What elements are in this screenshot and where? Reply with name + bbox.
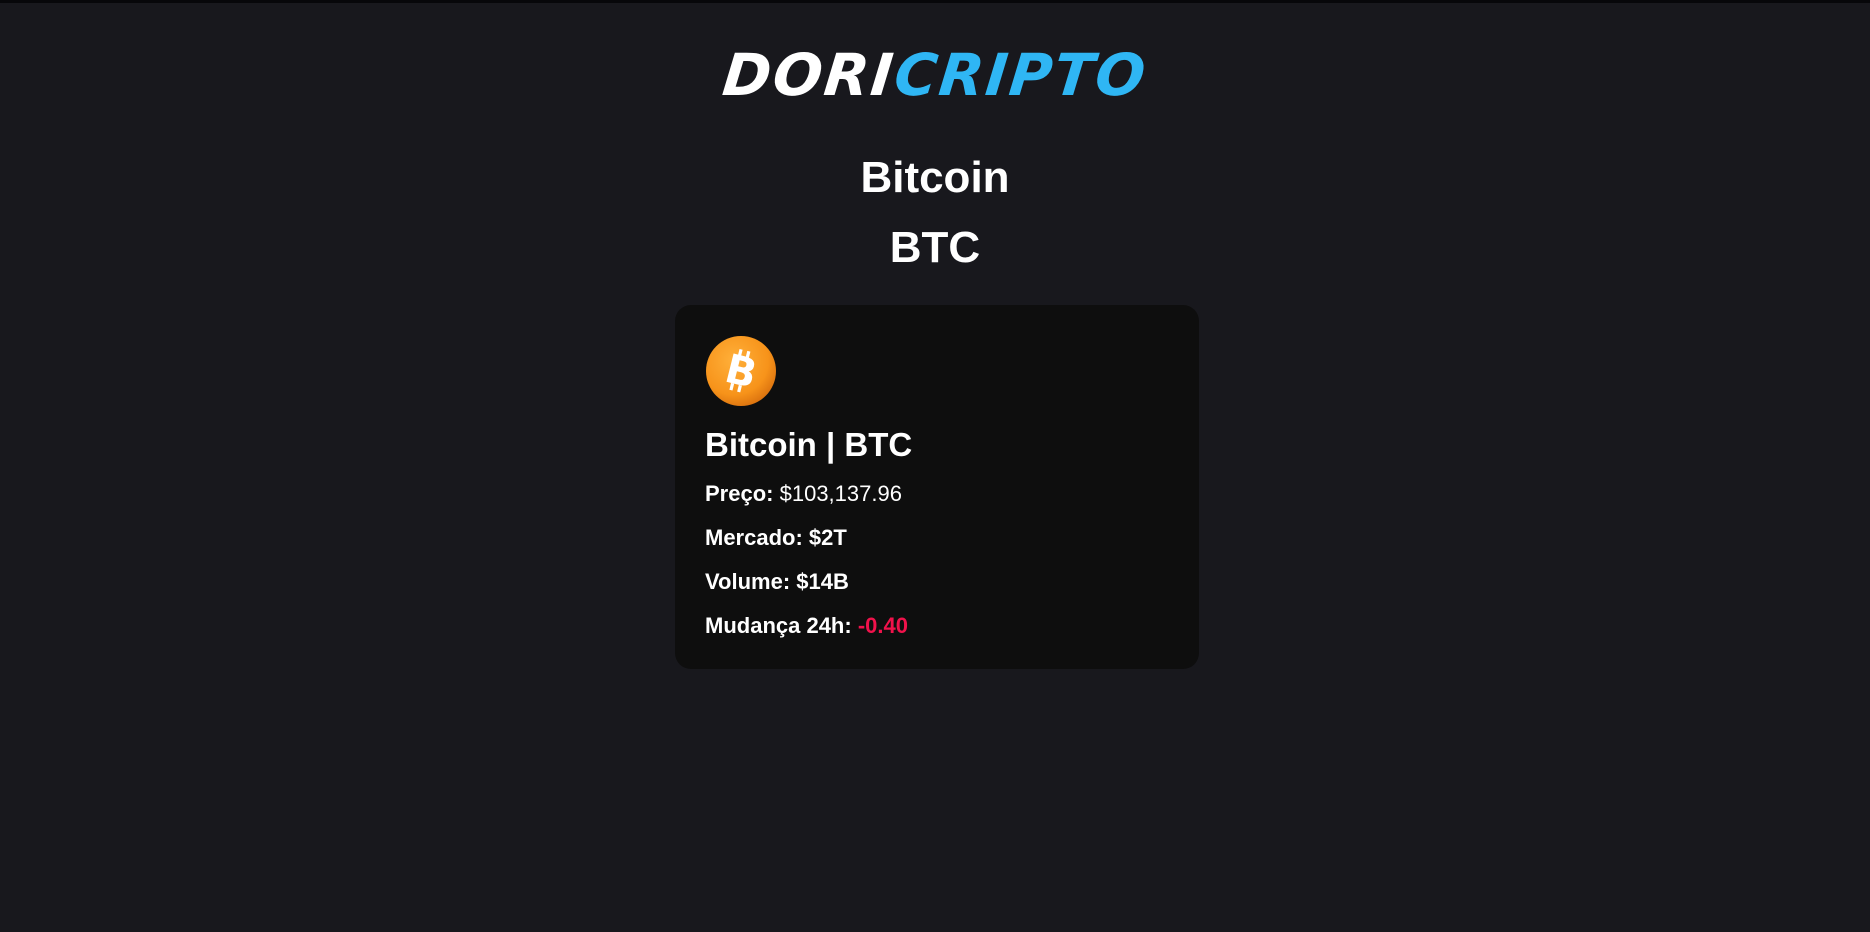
volume-row: Volume: $14B bbox=[705, 567, 1169, 597]
logo-text-dori: DORI bbox=[719, 41, 899, 109]
card-title: Bitcoin | BTC bbox=[705, 426, 913, 463]
logo-text-cripto: CRIPTO bbox=[891, 41, 1151, 109]
volume-value: $14B bbox=[796, 569, 849, 594]
change-row: Mudança 24h: -0.40 bbox=[705, 611, 1169, 641]
top-border bbox=[0, 0, 1870, 3]
price-row: Preço: $103,137.96 bbox=[705, 479, 1169, 509]
page: DORICRIPTO Bitcoin BTC B Bitcoin | BTC P… bbox=[0, 0, 1870, 932]
change-value: -0.40 bbox=[857, 613, 908, 638]
volume-label: Volume: bbox=[705, 569, 791, 594]
change-label: Mudança 24h: bbox=[705, 613, 852, 638]
coin-name-heading: Bitcoin bbox=[860, 153, 1010, 202]
price-value: $103,137.96 bbox=[779, 481, 902, 506]
coin-card: B Bitcoin | BTC Preço: $103,137.96 Merca… bbox=[675, 305, 1199, 669]
market-value: $2T bbox=[808, 525, 847, 550]
market-label: Mercado: bbox=[705, 525, 803, 550]
logo[interactable]: DORICRIPTO bbox=[0, 41, 1870, 109]
market-row: Mercado: $2T bbox=[705, 523, 1169, 553]
price-label: Preço: bbox=[705, 481, 774, 506]
bitcoin-icon: B bbox=[706, 336, 776, 406]
coin-symbol-heading: BTC bbox=[889, 223, 981, 272]
